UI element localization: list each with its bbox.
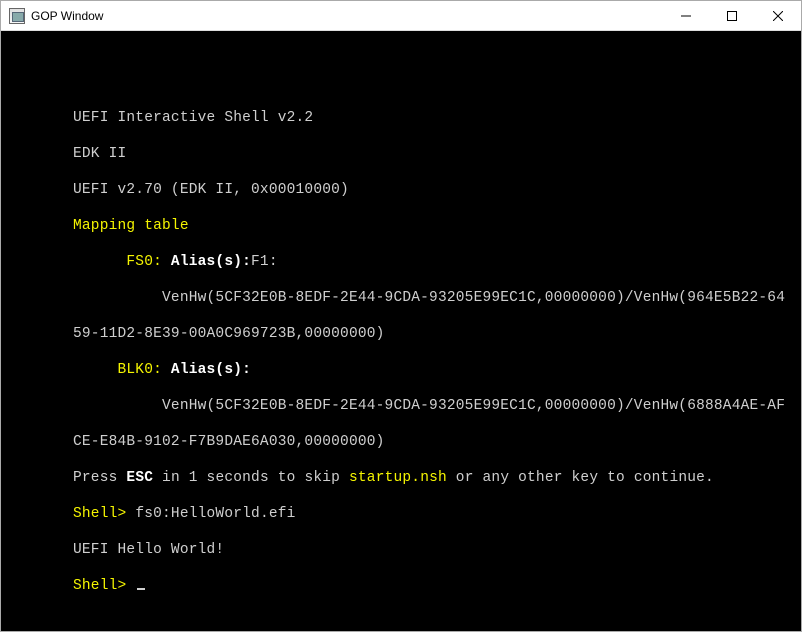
term-line: FS0: Alias(s):F1: <box>73 253 801 271</box>
term-line: Shell> fs0:HelloWorld.efi <box>73 505 801 523</box>
app-icon <box>9 8 25 24</box>
term-line: UEFI v2.70 (EDK II, 0x00010000) <box>73 181 801 199</box>
cursor-icon <box>137 588 145 590</box>
term-line: Mapping table <box>73 217 801 235</box>
app-window: GOP Window UEFI Interactive Shell v2.2 E… <box>0 0 802 632</box>
term-line: VenHw(5CF32E0B-8EDF-2E44-9CDA-93205E99EC… <box>73 289 801 307</box>
term-line: VenHw(5CF32E0B-8EDF-2E44-9CDA-93205E99EC… <box>73 397 801 415</box>
term-line: UEFI Interactive Shell v2.2 <box>73 109 801 127</box>
term-line: BLK0: Alias(s): <box>73 361 801 379</box>
term-line: UEFI Hello World! <box>73 541 801 559</box>
maximize-button[interactable] <box>709 1 755 30</box>
titlebar[interactable]: GOP Window <box>1 1 801 31</box>
minimize-button[interactable] <box>663 1 709 30</box>
close-button[interactable] <box>755 1 801 30</box>
window-title: GOP Window <box>31 9 103 23</box>
term-line: CE-E84B-9102-F7B9DAE6A030,00000000) <box>73 433 801 451</box>
term-prompt: Shell> <box>73 577 801 595</box>
term-line: 59-11D2-8E39-00A0C969723B,00000000) <box>73 325 801 343</box>
term-line: EDK II <box>73 145 801 163</box>
terminal-output[interactable]: UEFI Interactive Shell v2.2 EDK II UEFI … <box>1 31 801 631</box>
term-line: Press ESC in 1 seconds to skip startup.n… <box>73 469 801 487</box>
